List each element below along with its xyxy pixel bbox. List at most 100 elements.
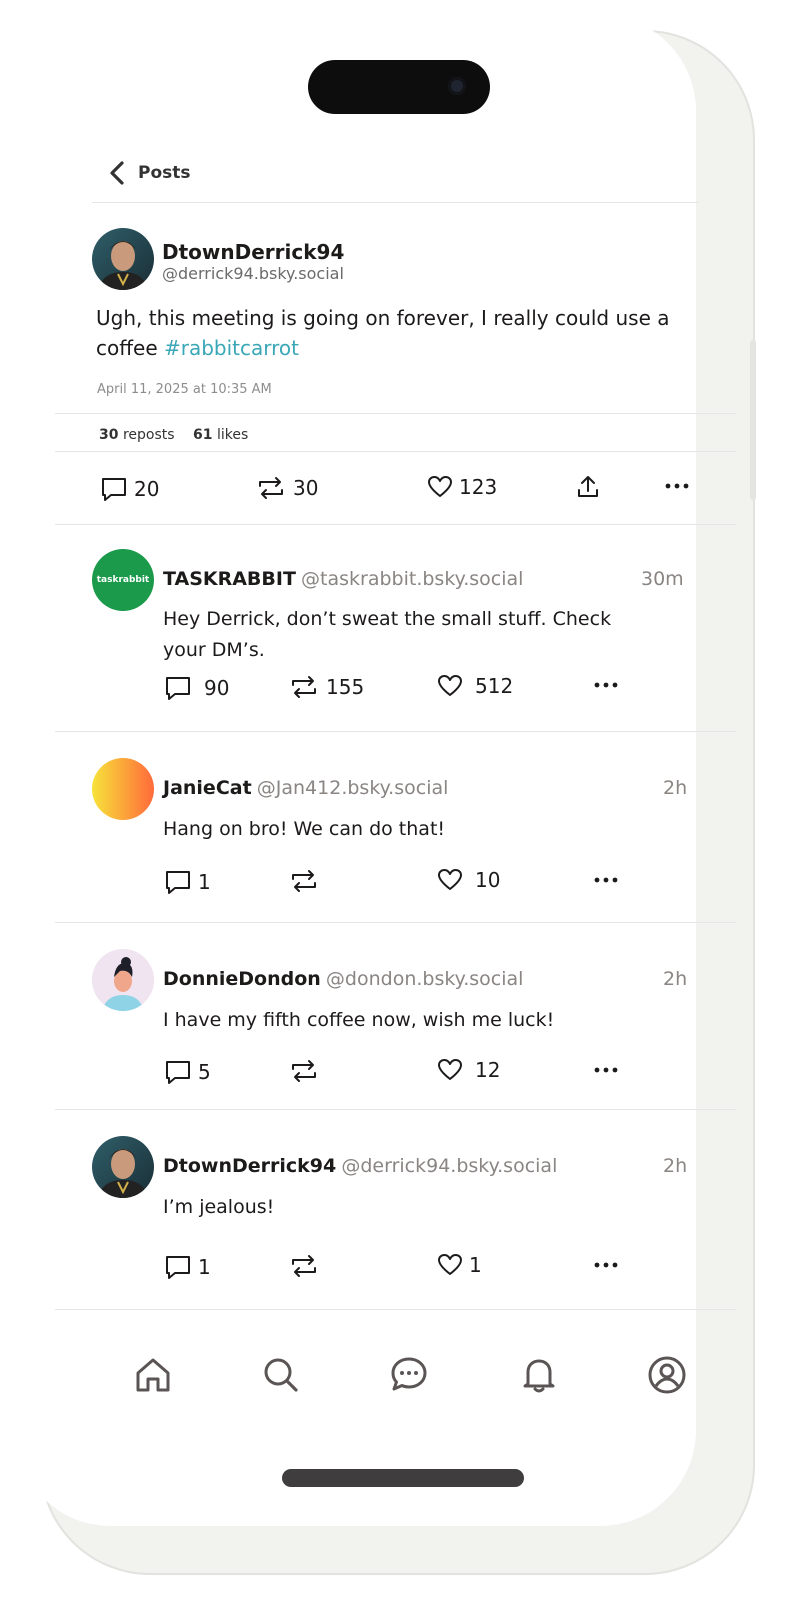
camera-lens xyxy=(448,77,466,95)
more-options-button[interactable] xyxy=(664,482,690,490)
chat-icon xyxy=(391,1357,427,1391)
like-count: 123 xyxy=(459,475,498,499)
reply-button[interactable]: 1 xyxy=(164,1253,211,1281)
post-text: Ugh, this meeting is going on forever, I… xyxy=(96,303,696,363)
repost-count: 30 xyxy=(99,427,119,443)
reply-count: 90 xyxy=(204,676,230,700)
repost-count: 30 xyxy=(293,476,319,500)
repost-stat-label: reposts xyxy=(122,427,175,443)
avatar[interactable]: taskrabbit xyxy=(92,549,154,611)
reply-count: 1 xyxy=(198,1255,211,1279)
reply-header: DtownDerrick94 @derrick94.bsky.social xyxy=(163,1155,557,1177)
ellipsis-icon xyxy=(594,682,618,688)
comment-icon xyxy=(166,1061,190,1084)
reply-time: 2h xyxy=(663,777,688,799)
divider xyxy=(55,922,736,923)
more-options-button[interactable] xyxy=(593,1066,619,1074)
reply-author-handle[interactable]: @dondon.bsky.social xyxy=(326,968,524,990)
post-author-handle[interactable]: @derrick94.bsky.social xyxy=(162,264,344,283)
reply-author-name[interactable]: DtownDerrick94 xyxy=(163,1155,336,1177)
avatar[interactable] xyxy=(92,758,154,820)
avatar[interactable] xyxy=(92,949,154,1011)
reply-author-handle[interactable]: @taskrabbit.bsky.social xyxy=(301,568,523,590)
like-button[interactable]: 512 xyxy=(437,674,513,698)
heart-icon xyxy=(438,1254,462,1275)
post-author-name[interactable]: DtownDerrick94 xyxy=(162,240,344,264)
profile-icon xyxy=(648,1356,686,1394)
reply-time: 30m xyxy=(641,568,684,590)
side-button-power xyxy=(750,340,756,500)
header-divider xyxy=(92,202,699,203)
tab-search[interactable] xyxy=(261,1355,301,1399)
reply-button[interactable]: 20 xyxy=(100,475,159,503)
reply-button[interactable]: 1 xyxy=(164,868,211,896)
reply-text: Hey Derrick, don’t sweat the small stuff… xyxy=(163,604,611,666)
reply-author-name[interactable]: TASKRABBIT xyxy=(163,568,296,590)
heart-icon xyxy=(438,1059,462,1080)
repost-button[interactable] xyxy=(288,1253,326,1279)
divider xyxy=(55,451,736,452)
chevron-left-icon xyxy=(110,161,124,185)
like-button[interactable]: 12 xyxy=(437,1058,500,1082)
like-count: 12 xyxy=(475,1058,501,1082)
reply-button[interactable]: 5 xyxy=(164,1058,211,1086)
reply-text: I have my fifth coffee now, wish me luck… xyxy=(163,1009,555,1031)
reply-time: 2h xyxy=(663,968,688,990)
avatar[interactable] xyxy=(92,1136,154,1198)
repost-icon xyxy=(292,870,316,892)
heart-icon xyxy=(438,675,462,696)
tab-home[interactable] xyxy=(133,1355,173,1399)
like-count: 61 xyxy=(193,427,213,443)
search-icon xyxy=(264,1358,298,1392)
repost-icon xyxy=(259,477,283,499)
reply-button[interactable]: 90 xyxy=(164,674,229,702)
like-button[interactable]: 123 xyxy=(427,475,497,499)
ellipsis-icon xyxy=(665,483,689,489)
reply-author-handle[interactable]: @Jan412.bsky.social xyxy=(257,777,449,799)
heart-icon xyxy=(428,476,452,497)
reply-header: JanieCat @Jan412.bsky.social xyxy=(163,777,448,799)
comment-icon xyxy=(166,677,190,700)
like-stat-label: likes xyxy=(216,427,249,443)
tab-notifications[interactable] xyxy=(519,1355,559,1399)
divider xyxy=(55,731,736,732)
heart-icon xyxy=(438,869,462,890)
reply-author-name[interactable]: DonnieDondon xyxy=(163,968,321,990)
repost-button[interactable] xyxy=(288,1058,326,1084)
repost-icon xyxy=(292,1255,316,1277)
avatar[interactable] xyxy=(92,228,154,290)
more-options-button[interactable] xyxy=(593,1261,619,1269)
avatar-logo-text: taskrabbit xyxy=(96,575,150,585)
tab-profile[interactable] xyxy=(647,1355,687,1399)
home-indicator[interactable] xyxy=(282,1469,524,1487)
back-navigation[interactable]: Posts xyxy=(108,160,191,186)
comment-icon xyxy=(166,871,190,894)
like-stat[interactable]: 61 likes xyxy=(193,427,248,443)
divider xyxy=(55,524,736,525)
reply-author-handle[interactable]: @derrick94.bsky.social xyxy=(341,1155,557,1177)
reply-count: 5 xyxy=(198,1060,211,1084)
home-icon xyxy=(136,1358,170,1392)
share-icon xyxy=(578,476,598,497)
repost-button[interactable] xyxy=(288,868,326,894)
more-options-button[interactable] xyxy=(593,681,619,689)
repost-icon xyxy=(292,1060,316,1082)
more-options-button[interactable] xyxy=(593,876,619,884)
repost-button[interactable]: 30 xyxy=(255,475,318,501)
divider xyxy=(55,413,736,414)
repost-stat[interactable]: 30 reposts xyxy=(99,427,175,443)
like-count: 10 xyxy=(475,868,501,892)
tabbar-divider xyxy=(55,1309,736,1310)
repost-count: 155 xyxy=(326,675,365,699)
comment-icon xyxy=(102,478,126,501)
hashtag-link[interactable]: #rabbitcarrot xyxy=(164,336,299,360)
share-button[interactable] xyxy=(576,474,600,500)
like-button[interactable]: 10 xyxy=(437,868,500,892)
repost-icon xyxy=(292,676,316,698)
tab-messages[interactable] xyxy=(389,1355,429,1399)
like-count: 1 xyxy=(469,1253,482,1277)
repost-button[interactable]: 155 xyxy=(288,674,364,700)
reply-author-name[interactable]: JanieCat xyxy=(163,777,252,799)
like-button[interactable]: 1 xyxy=(437,1253,482,1277)
reply-time: 2h xyxy=(663,1155,688,1177)
